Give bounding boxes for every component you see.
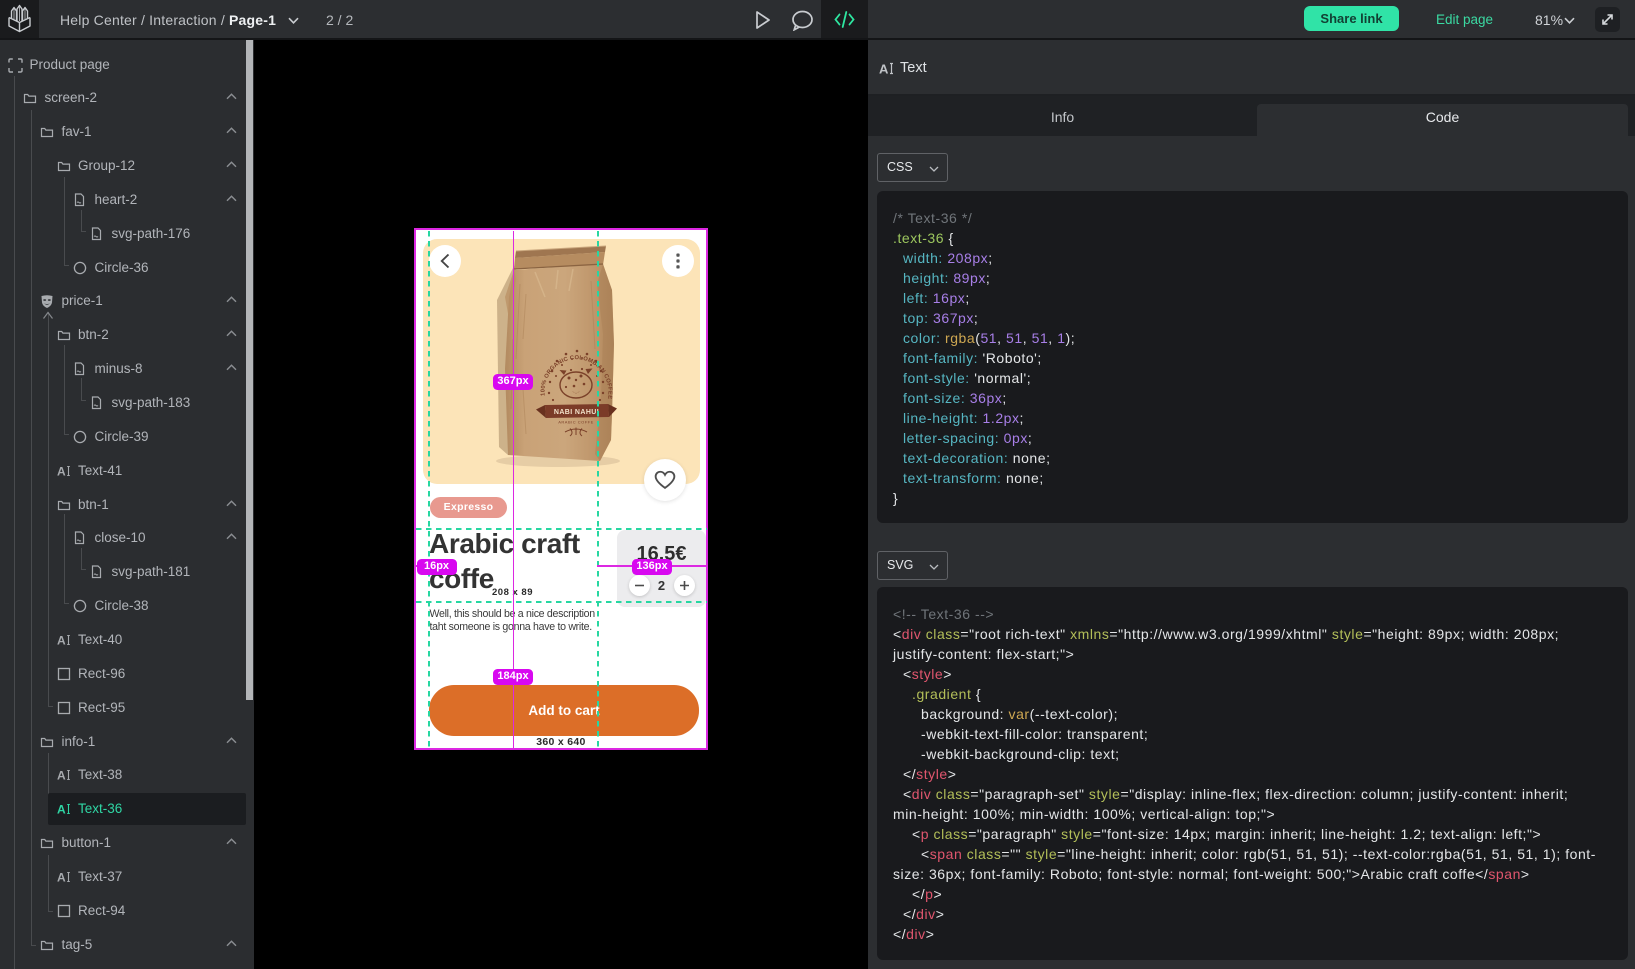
- svg-text:ARABIC COFFE: ARABIC COFFE: [558, 420, 594, 425]
- svg-text:A: A: [57, 870, 66, 884]
- svg-text:A: A: [57, 633, 66, 647]
- svg-text:A: A: [57, 769, 66, 783]
- svg-text:A: A: [879, 62, 889, 77]
- svg-text:A: A: [57, 464, 66, 478]
- svg-text:A: A: [57, 803, 66, 817]
- svg-text:NABI NAHUI: NABI NAHUI: [554, 409, 599, 416]
